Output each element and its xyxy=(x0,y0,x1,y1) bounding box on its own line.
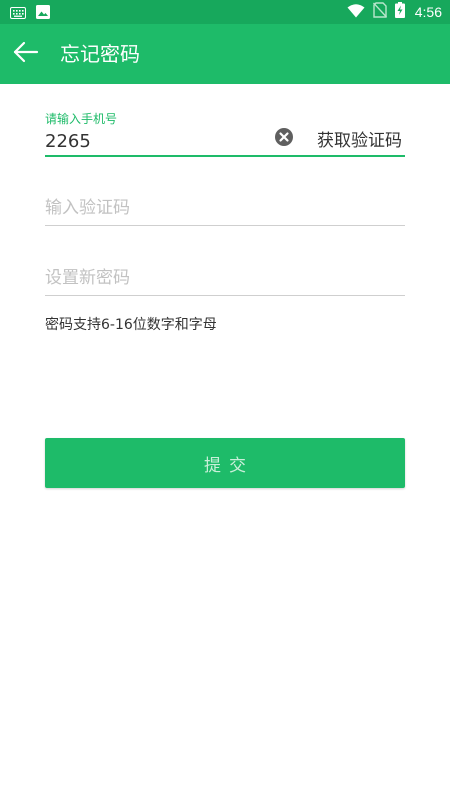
page-title: 忘记密码 xyxy=(60,42,140,66)
password-field-underline xyxy=(45,295,405,296)
phone-field-label: 请输入手机号 xyxy=(45,112,118,126)
code-field-underline xyxy=(45,225,405,226)
battery-charging-icon xyxy=(394,2,405,22)
arrow-left-icon xyxy=(13,41,39,67)
app-bar: 忘记密码 xyxy=(0,24,450,84)
clear-circle-icon xyxy=(275,128,293,150)
keyboard-icon xyxy=(10,4,26,23)
get-code-button[interactable]: 获取验证码 xyxy=(317,126,402,156)
phone-field-underline xyxy=(45,155,405,157)
status-right-icons: 4:56 xyxy=(347,0,442,24)
status-left-icons xyxy=(10,4,50,23)
wifi-icon xyxy=(347,3,365,22)
new-password-input[interactable] xyxy=(45,263,405,293)
no-sim-icon xyxy=(372,2,387,22)
status-bar: 4:56 xyxy=(0,0,450,24)
phone-input[interactable] xyxy=(45,126,265,156)
verification-code-input[interactable] xyxy=(45,193,405,223)
password-hint: 密码支持6-16位数字和字母 xyxy=(45,317,217,333)
image-icon xyxy=(36,4,50,23)
clear-phone-button[interactable] xyxy=(275,128,293,146)
status-time: 4:56 xyxy=(414,4,442,20)
submit-button[interactable]: 提交 xyxy=(45,438,405,488)
back-button[interactable] xyxy=(8,36,44,72)
